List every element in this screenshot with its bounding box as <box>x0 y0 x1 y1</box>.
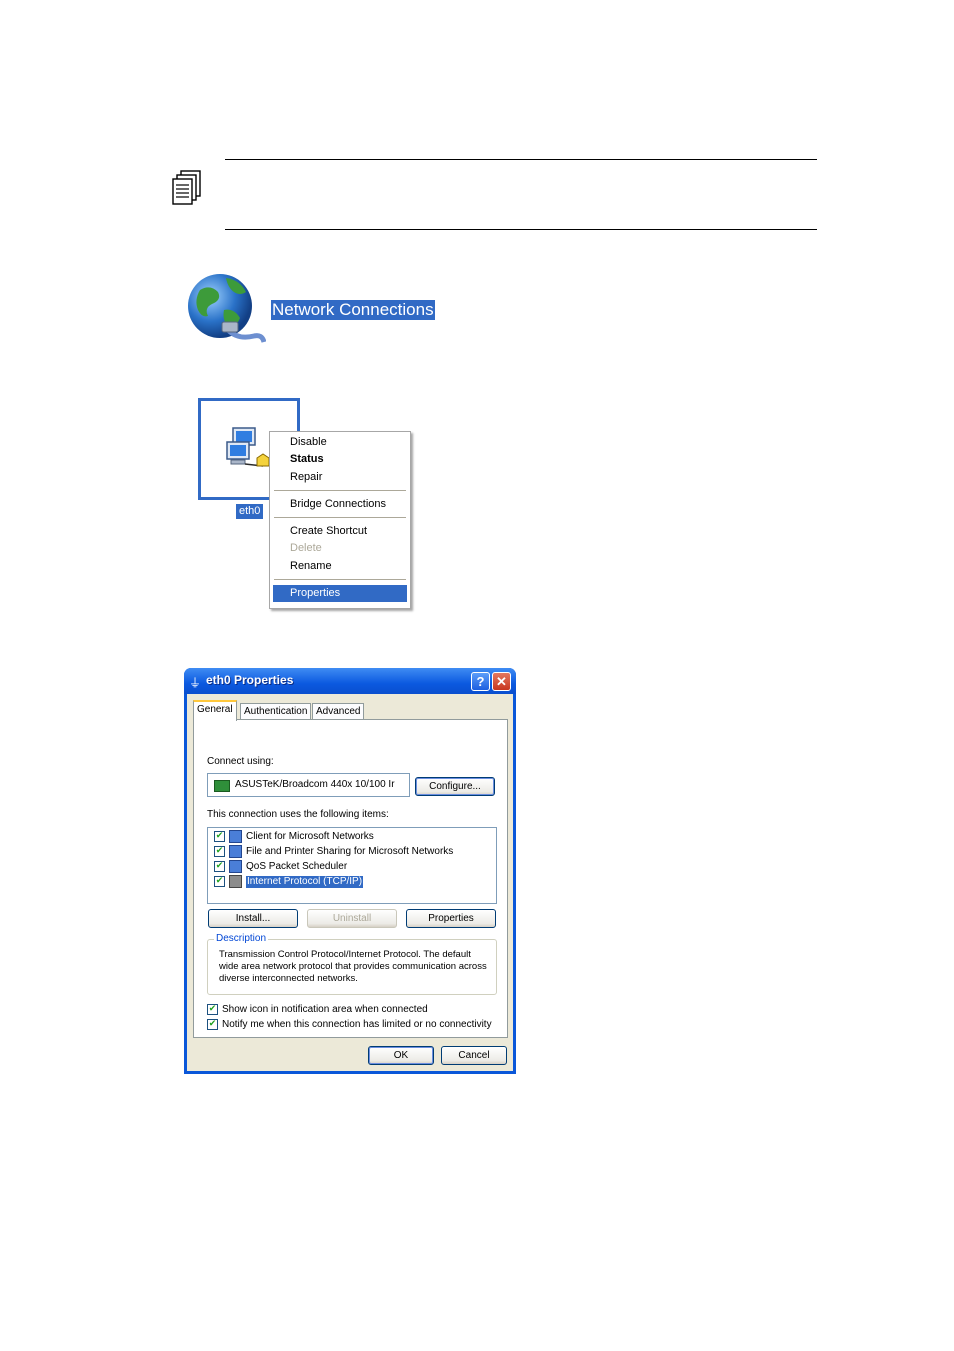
menu-item-status[interactable]: Status <box>273 451 407 468</box>
item-checkbox[interactable]: ✔ <box>214 876 225 887</box>
dialog-title-bar[interactable]: ⏚ eth0 Properties ? ✕ <box>184 668 516 694</box>
context-menu: Disable Status Repair Bridge Connections… <box>269 431 411 609</box>
close-button[interactable]: ✕ <box>492 672 511 691</box>
menu-separator <box>274 579 406 580</box>
note-icon <box>172 170 201 205</box>
ok-button[interactable]: OK <box>368 1046 434 1065</box>
cancel-button[interactable]: Cancel <box>441 1046 507 1065</box>
tab-authentication[interactable]: Authentication <box>240 703 312 720</box>
properties-button[interactable]: Properties <box>406 909 496 928</box>
menu-item-repair[interactable]: Repair <box>273 469 407 486</box>
network-globe-icon <box>188 274 266 343</box>
item-label: File and Printer Sharing for Microsoft N… <box>246 846 454 857</box>
network-computers-icon <box>226 427 270 467</box>
connect-using-label: Connect using: <box>207 756 274 767</box>
network-adapter-icon <box>214 780 230 792</box>
item-checkbox[interactable]: ✔ <box>214 846 225 857</box>
install-button[interactable]: Install... <box>208 909 298 928</box>
item-label-selected: Internet Protocol (TCP/IP) <box>246 876 364 888</box>
client-network-icon <box>229 830 242 843</box>
adapter-name: ASUSTeK/Broadcom 440x 10/100 Ir <box>235 779 395 790</box>
uninstall-button: Uninstall <box>307 909 397 928</box>
menu-item-delete: Delete <box>290 542 322 554</box>
file-printer-sharing-icon <box>229 845 242 858</box>
adapter-field: ASUSTeK/Broadcom 440x 10/100 Ir <box>207 773 410 797</box>
configure-button[interactable]: Configure... <box>415 777 495 796</box>
item-label: QoS Packet Scheduler <box>246 861 348 872</box>
help-button[interactable]: ? <box>471 672 490 691</box>
menu-item-rename[interactable]: Rename <box>273 558 407 575</box>
properties-dialog: ⏚ eth0 Properties ? ✕ General Authentica… <box>184 668 516 1074</box>
item-checkbox[interactable]: ✔ <box>214 861 225 872</box>
menu-separator <box>274 490 406 491</box>
notify-label: Notify me when this connection has limit… <box>222 1019 492 1030</box>
qos-scheduler-icon <box>229 860 242 873</box>
show-icon-label: Show icon in notification area when conn… <box>222 1004 428 1015</box>
menu-item-bridge-connections[interactable]: Bridge Connections <box>273 496 407 513</box>
tab-advanced[interactable]: Advanced <box>312 703 365 720</box>
show-icon-checkbox[interactable]: ✔ <box>207 1004 218 1015</box>
network-connections-banner: Network Connections <box>186 270 438 356</box>
description-label: Description <box>214 933 269 944</box>
items-label: This connection uses the following items… <box>207 809 389 820</box>
menu-item-create-shortcut[interactable]: Create Shortcut <box>273 523 407 540</box>
note-top-rule <box>225 159 817 160</box>
description-group: Description Transmission Control Protoco… <box>207 933 497 995</box>
eth0-label[interactable]: eth0 <box>236 504 264 519</box>
components-list: ✔ Client for Microsoft Networks ✔ File a… <box>207 827 497 904</box>
dialog-title: eth0 Properties <box>206 673 294 687</box>
protocol-icon <box>229 875 242 888</box>
item-label: Client for Microsoft Networks <box>246 831 374 842</box>
item-checkbox[interactable]: ✔ <box>214 831 225 842</box>
connection-title-icon: ⏚ <box>189 676 202 690</box>
menu-item-disable[interactable]: Disable <box>273 434 407 451</box>
network-connections-title: Network Connections <box>271 300 435 320</box>
menu-separator <box>274 517 406 518</box>
description-text: Transmission Control Protocol/Internet P… <box>219 949 487 984</box>
menu-item-properties[interactable]: Properties <box>273 585 407 602</box>
notify-checkbox[interactable]: ✔ <box>207 1019 218 1030</box>
note-bottom-rule <box>225 229 817 230</box>
general-tab-panel: Connect using: ASUSTeK/Broadcom 440x 10/… <box>193 719 508 1038</box>
tab-general[interactable]: General <box>193 700 237 721</box>
dialog-body: General Authentication Advanced Connect … <box>187 694 513 1071</box>
